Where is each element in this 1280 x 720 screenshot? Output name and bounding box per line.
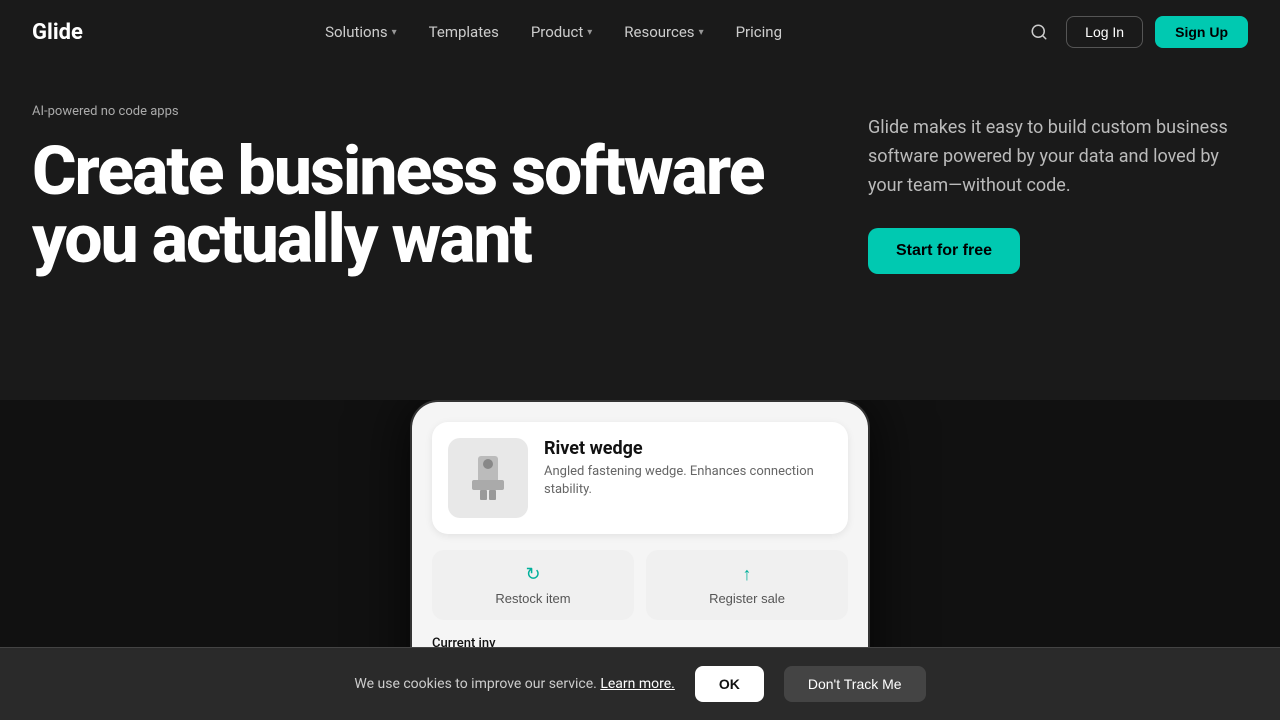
cookie-decline-button[interactable]: Don't Track Me <box>784 666 926 702</box>
navbar: Glide Solutions ▾ Templates Product ▾ Re… <box>0 0 1280 64</box>
chevron-down-icon: ▾ <box>587 27 592 38</box>
search-button[interactable] <box>1024 17 1054 47</box>
search-icon <box>1030 23 1048 41</box>
restock-button[interactable]: ↻ Restock item <box>432 550 634 620</box>
nav-solutions[interactable]: Solutions ▾ <box>311 17 411 47</box>
arrow-up-icon: ↑ <box>743 564 752 585</box>
register-sale-button[interactable]: ↑ Register sale <box>646 550 848 620</box>
hero-section: AI-powered no code apps Create business … <box>0 64 1280 274</box>
logo[interactable]: Glide <box>32 20 83 45</box>
hero-title: Create business software you actually wa… <box>32 137 828 273</box>
nav-templates[interactable]: Templates <box>415 17 513 47</box>
nav-actions: Log In Sign Up <box>1024 16 1248 48</box>
cookie-ok-button[interactable]: OK <box>695 666 764 702</box>
start-for-free-button[interactable]: Start for free <box>868 228 1020 274</box>
cookie-message: We use cookies to improve our service. L… <box>354 676 674 692</box>
chevron-down-icon: ▾ <box>699 27 704 38</box>
nav-links: Solutions ▾ Templates Product ▾ Resource… <box>311 17 796 47</box>
nav-product[interactable]: Product ▾ <box>517 17 606 47</box>
product-name: Rivet wedge <box>544 438 832 459</box>
hero-tag: AI-powered no code apps <box>32 104 828 119</box>
signup-button[interactable]: Sign Up <box>1155 16 1248 48</box>
action-buttons: ↻ Restock item ↑ Register sale <box>432 550 848 620</box>
product-image <box>448 438 528 518</box>
nav-pricing[interactable]: Pricing <box>722 17 796 47</box>
chevron-down-icon: ▾ <box>392 27 397 38</box>
cookie-banner: We use cookies to improve our service. L… <box>0 647 1280 720</box>
hero-right: Glide makes it easy to build custom busi… <box>868 104 1248 274</box>
product-desc: Angled fastening wedge. Enhances connect… <box>544 463 832 499</box>
product-card: Rivet wedge Angled fastening wedge. Enha… <box>432 422 848 534</box>
product-info: Rivet wedge Angled fastening wedge. Enha… <box>544 438 832 518</box>
restock-icon: ↻ <box>525 564 540 585</box>
learn-more-link[interactable]: Learn more. <box>600 676 675 692</box>
hero-description: Glide makes it easy to build custom busi… <box>868 114 1248 200</box>
rivet-image <box>458 448 518 508</box>
login-button[interactable]: Log In <box>1066 16 1143 48</box>
nav-resources[interactable]: Resources ▾ <box>610 17 717 47</box>
hero-left: AI-powered no code apps Create business … <box>32 104 828 274</box>
